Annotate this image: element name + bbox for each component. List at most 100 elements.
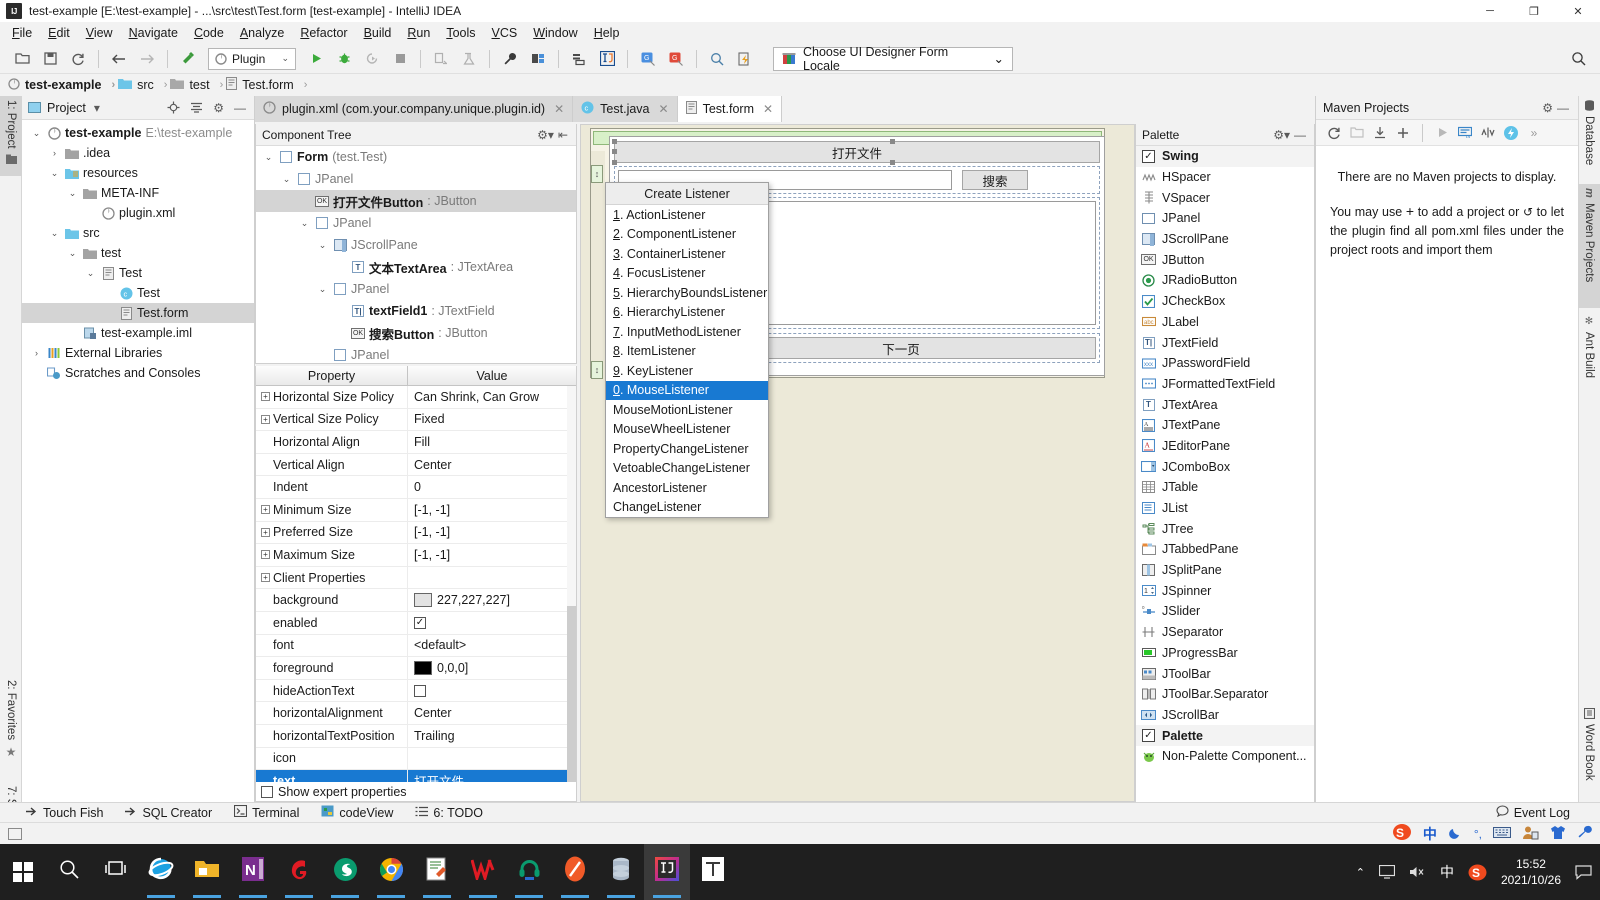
taskbar-item-typora[interactable] [690,844,736,900]
property-row[interactable]: + Client Properties [256,566,576,590]
wrench-icon[interactable] [1577,825,1592,843]
project-tree-node[interactable]: ⌄ test-example E:\test-example [22,123,254,143]
property-value-cell[interactable]: Can Shrink, Can Grow [408,386,576,408]
windows-start-icon[interactable] [0,844,46,900]
taskbar-item-app-orange[interactable] [552,844,598,900]
palette-item-jeditorpane[interactable]: A JEditorPane [1136,436,1314,457]
property-value-cell[interactable]: Trailing [408,725,576,747]
vspacer-handle-bottom[interactable]: ↕ [591,361,603,379]
menu-item-window[interactable]: Window [525,24,585,42]
collapse-all-icon[interactable] [188,101,205,114]
listener-item-hierarchyboundslistener[interactable]: 5. HierarchyBoundsListener [606,283,768,303]
monitor-icon[interactable] [1378,865,1395,879]
property-value-cell[interactable]: 0,0,0] [408,657,576,679]
toggle-offline-icon[interactable] [1501,123,1521,143]
hide-icon[interactable]: — [232,101,248,115]
component-tree-node[interactable]: ⌄ JPanel [256,278,576,300]
stop-icon[interactable] [389,48,411,70]
component-tree-node[interactable]: OK 打开文件Button : JButton [256,190,576,212]
gear-icon[interactable]: ⚙ [211,101,226,115]
keyboard-icon[interactable] [1493,826,1511,842]
listener-item-componentlistener[interactable]: 2. ComponentListener [606,225,768,245]
hide-icon[interactable]: — [1292,128,1308,142]
sampler-icon[interactable] [458,48,480,70]
status-bar-layout-icon[interactable] [8,827,22,840]
breadcrumb-item-src[interactable]: src › [118,78,170,92]
property-row[interactable]: hideActionText [256,679,576,703]
listener-item-propertychangelistener[interactable]: PropertyChangeListener [606,439,768,459]
run-icon[interactable] [305,48,327,70]
close-button[interactable]: ✕ [1556,0,1600,22]
menu-item-navigate[interactable]: Navigate [121,24,186,42]
palette-item-jtree[interactable]: JTree [1136,518,1314,539]
property-row[interactable]: + Preferred Size [-1, -1] [256,521,576,545]
tree-expand-arrow-icon[interactable]: ⌄ [280,174,293,185]
tree-expand-arrow-icon[interactable]: ⌄ [66,188,79,199]
palette-item-jpasswordfield[interactable]: xxx JPasswordField [1136,353,1314,374]
breadcrumb-item-test[interactable]: test › [170,78,226,92]
tree-expand-arrow-icon[interactable]: › [30,348,43,358]
project-tree-node[interactable]: test-example.iml [22,323,254,343]
bottom-tool-codeview[interactable]: codeView [321,805,393,820]
sync-icon[interactable] [67,48,89,70]
sogou-icon[interactable]: S [1468,863,1487,882]
chevron-down-icon[interactable]: ▾ [92,101,102,115]
menu-item-code[interactable]: Code [186,24,232,42]
property-row[interactable]: + Vertical Size Policy Fixed [256,408,576,432]
property-expand-icon[interactable]: + [261,550,270,560]
tree-expand-arrow-icon[interactable]: ⌄ [262,152,275,163]
bottom-tool-terminal[interactable]: Terminal [234,804,299,820]
taskbar-item-wps[interactable] [460,844,506,900]
taskbar-item-task-view[interactable] [92,844,138,900]
palette-item-palette[interactable]: ✓ Palette [1136,725,1314,746]
property-row[interactable]: + Maximum Size [-1, -1] [256,544,576,567]
sidebar-item-maven-projects[interactable]: m Maven Projects [1578,184,1600,308]
palette-item-jformattedtextfield[interactable]: JFormattedTextField [1136,374,1314,395]
tree-expand-arrow-icon[interactable]: › [48,148,61,158]
selection-handle-ml[interactable] [612,149,617,154]
project-tree-node[interactable]: ⌄ Test [22,263,254,283]
profile-icon[interactable] [430,48,452,70]
palette-item-vspacer[interactable]: VSpacer [1136,187,1314,208]
listener-item-hierarchylistener[interactable]: 6. HierarchyListener [606,303,768,323]
run-icon[interactable] [1432,123,1452,143]
palette-item-jspinner[interactable]: 1 JSpinner [1136,580,1314,601]
project-tree-node[interactable]: Scratches and Consoles [22,363,254,383]
taskbar-item-database-tool[interactable] [598,844,644,900]
search-icon[interactable] [1571,51,1586,66]
property-value-cell[interactable]: 0 [408,476,576,498]
taskbar-item-app-green[interactable] [322,844,368,900]
property-value-cell[interactable]: Center [408,702,576,724]
close-icon[interactable]: ✕ [659,102,669,116]
run-configuration-selector[interactable]: Plugin ⌄ [208,47,296,70]
property-row[interactable]: + Horizontal Size Policy Can Shrink, Can G… [256,386,576,409]
maximize-button[interactable]: ❐ [1512,0,1556,22]
translate-red-icon[interactable]: G [665,48,687,70]
generate-sources-icon[interactable] [1347,123,1367,143]
property-value-cell[interactable] [408,567,576,589]
minimize-button[interactable]: ─ [1468,0,1512,22]
palette-item-jlabel[interactable]: abc JLabel [1136,312,1314,333]
tree-expand-arrow-icon[interactable]: ⌄ [84,268,97,279]
palette-item-jpanel[interactable]: JPanel [1136,208,1314,229]
palette-item-jprogressbar[interactable]: JProgressBar [1136,643,1314,664]
property-row[interactable]: horizontalAlignment Center [256,702,576,725]
component-tree-node[interactable]: JPanel [256,344,576,366]
listener-item-mousewheellistener[interactable]: MouseWheelListener [606,420,768,440]
reimport-icon[interactable] [1324,123,1344,143]
palette-item-jsplitpane[interactable]: JSplitPane [1136,560,1314,581]
back-arrow-icon[interactable] [108,48,130,70]
property-row[interactable]: icon [256,747,576,771]
palette-item-jtoolbar[interactable]: JToolBar [1136,663,1314,684]
bottom-tool-sql-creator[interactable]: SQL Creator [125,806,212,820]
tree-expand-arrow-icon[interactable]: ⌄ [48,228,61,239]
editor-tab-test-form[interactable]: Test.form ✕ [677,96,783,122]
tree-expand-arrow-icon[interactable]: ⌄ [316,284,329,295]
download-sources-icon[interactable] [1370,123,1390,143]
menu-item-analyze[interactable]: Analyze [232,24,292,42]
palette-item-jtextarea[interactable]: T JTextArea [1136,394,1314,415]
property-value-cell[interactable]: <default> [408,635,576,657]
palette-item-jtoolbar-separator[interactable]: JToolBar.Separator [1136,684,1314,705]
property-expand-icon[interactable]: + [261,392,270,402]
taskbar-item-internet-explorer[interactable] [138,844,184,900]
